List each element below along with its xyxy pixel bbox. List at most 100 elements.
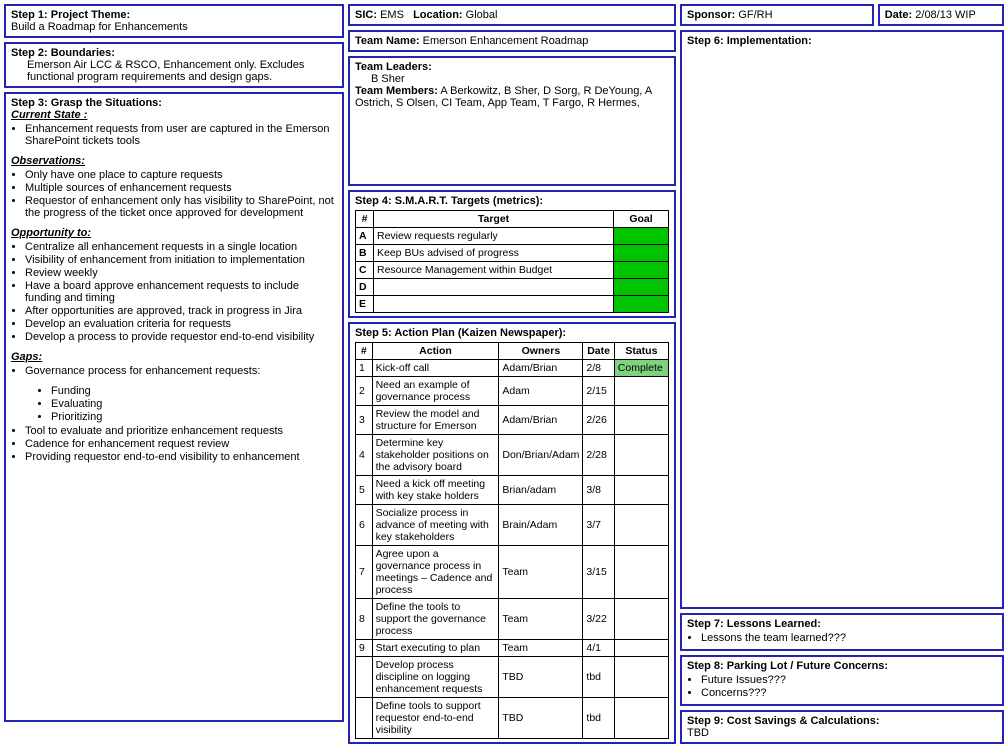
list-item: Evaluating — [51, 398, 337, 410]
team-leaders-label: Team Leaders: — [355, 61, 432, 73]
action-row-owners: Adam/Brian — [499, 360, 583, 377]
gaps-list: Governance process for enhancement reque… — [11, 365, 337, 377]
team-leaders-value: B Sher — [355, 73, 669, 85]
smart-row-goal — [614, 296, 669, 313]
action-row-num: 8 — [356, 599, 373, 640]
action-row-status — [614, 640, 668, 657]
smart-row-id: B — [356, 245, 374, 262]
action-row-date: 3/8 — [583, 476, 614, 505]
action-row-num: 4 — [356, 435, 373, 476]
list-item: Providing requestor end-to-end visibilit… — [25, 451, 337, 463]
action-row-owners: Brian/adam — [499, 476, 583, 505]
action-row-num: 5 — [356, 476, 373, 505]
list-item: Multiple sources of enhancement requests — [25, 182, 337, 194]
sponsor-box: Sponsor: GF/RH — [680, 4, 874, 26]
date-label: Date: — [885, 9, 913, 21]
step1-body: Build a Roadmap for Enhancements — [11, 21, 188, 33]
action-row: 7Agree upon a governance process in meet… — [356, 546, 669, 599]
action-row-date: 2/28 — [583, 435, 614, 476]
action-row-owners: Adam — [499, 377, 583, 406]
step3-box: Step 3: Grasp the Situations: Current St… — [4, 92, 344, 722]
step7-list: Lessons the team learned??? — [687, 632, 997, 644]
step8-box: Step 8: Parking Lot / Future Concerns: F… — [680, 655, 1004, 706]
action-row-owners: Team — [499, 546, 583, 599]
smart-targets-table: # Target Goal AReview requests regularly… — [355, 210, 669, 313]
action-row-status — [614, 377, 668, 406]
smart-row-target: Review requests regularly — [374, 228, 614, 245]
action-row-date: 3/7 — [583, 505, 614, 546]
action-h-status: Status — [614, 343, 668, 360]
step8-list: Future Issues???Concerns??? — [687, 674, 997, 699]
step6-box: Step 6: Implementation: — [680, 30, 1004, 609]
action-row-status: Complete — [614, 360, 668, 377]
action-row-action: Develop process discipline on logging en… — [372, 657, 499, 698]
action-row: 4Determine key stakeholder positions on … — [356, 435, 669, 476]
team-name-box: Team Name: Emerson Enhancement Roadmap — [348, 30, 676, 52]
step4-title: Step 4: S.M.A.R.T. Targets (metrics): — [355, 195, 543, 207]
action-row-status — [614, 698, 668, 739]
observations-list: Only have one place to capture requestsM… — [11, 169, 337, 219]
action-row-date: 2/15 — [583, 377, 614, 406]
action-row: Develop process discipline on logging en… — [356, 657, 669, 698]
smart-h-num: # — [356, 211, 374, 228]
action-row-action: Start executing to plan — [372, 640, 499, 657]
location-label: Location: — [413, 9, 463, 21]
action-h-num: # — [356, 343, 373, 360]
date-box: Date: 2/08/13 WIP — [878, 4, 1004, 26]
action-row-status — [614, 406, 668, 435]
action-row-owners: TBD — [499, 698, 583, 739]
action-row-date: 3/15 — [583, 546, 614, 599]
action-row-date: 4/1 — [583, 640, 614, 657]
step7-title: Step 7: Lessons Learned: — [687, 618, 821, 630]
smart-row: AReview requests regularly — [356, 228, 669, 245]
action-row-num — [356, 698, 373, 739]
action-row-action: Define tools to support requestor end-to… — [372, 698, 499, 739]
smart-row-goal — [614, 262, 669, 279]
action-row: 5Need a kick off meeting with key stake … — [356, 476, 669, 505]
action-row-date: 2/26 — [583, 406, 614, 435]
action-row-action: Kick-off call — [372, 360, 499, 377]
action-row-owners: Team — [499, 640, 583, 657]
action-row-action: Define the tools to support the governan… — [372, 599, 499, 640]
step4-box: Step 4: S.M.A.R.T. Targets (metrics): # … — [348, 190, 676, 318]
date-value: 2/08/13 WIP — [915, 9, 976, 21]
action-row-action: Need an example of governance process — [372, 377, 499, 406]
step2-title: Step 2: Boundaries: — [11, 47, 115, 59]
action-row-status — [614, 505, 668, 546]
action-row-num: 1 — [356, 360, 373, 377]
list-item: Develop a process to provide requestor e… — [25, 331, 337, 343]
action-row-owners: TBD — [499, 657, 583, 698]
list-item: Review weekly — [25, 267, 337, 279]
team-members-label: Team Members: — [355, 85, 438, 97]
sic-value: EMS — [380, 9, 404, 21]
list-item: Have a board approve enhancement request… — [25, 280, 337, 304]
current-state-list: Enhancement requests from user are captu… — [11, 123, 337, 147]
list-item: Concerns??? — [701, 687, 997, 699]
smart-row: E — [356, 296, 669, 313]
step1-title: Step 1: Project Theme: — [11, 9, 130, 21]
smart-row-target: Resource Management within Budget — [374, 262, 614, 279]
location-value: Global — [466, 9, 498, 21]
smart-row-goal — [614, 245, 669, 262]
smart-row-target — [374, 296, 614, 313]
list-item: Prioritizing — [51, 411, 337, 423]
action-row-date: 3/22 — [583, 599, 614, 640]
step6-title: Step 6: Implementation: — [687, 35, 812, 47]
smart-row: D — [356, 279, 669, 296]
opportunity-list: Centralize all enhancement requests in a… — [11, 241, 337, 343]
step2-body: Emerson Air LCC & RSCO, Enhancement only… — [11, 59, 337, 83]
sponsor-value: GF/RH — [738, 9, 772, 21]
action-h-action: Action — [372, 343, 499, 360]
action-row-owners: Don/Brian/Adam — [499, 435, 583, 476]
step5-box: Step 5: Action Plan (Kaizen Newspaper): … — [348, 322, 676, 744]
action-row-action: Review the model and structure for Emers… — [372, 406, 499, 435]
action-row-action: Agree upon a governance process in meeti… — [372, 546, 499, 599]
gaps-top: Governance process for enhancement reque… — [25, 365, 337, 377]
step9-body: TBD — [687, 727, 709, 739]
action-row-date: tbd — [583, 657, 614, 698]
list-item: Enhancement requests from user are captu… — [25, 123, 337, 147]
action-row: Define tools to support requestor end-to… — [356, 698, 669, 739]
action-row: 1Kick-off callAdam/Brian2/8Complete — [356, 360, 669, 377]
action-h-date: Date — [583, 343, 614, 360]
opportunity-label: Opportunity to: — [11, 227, 91, 239]
